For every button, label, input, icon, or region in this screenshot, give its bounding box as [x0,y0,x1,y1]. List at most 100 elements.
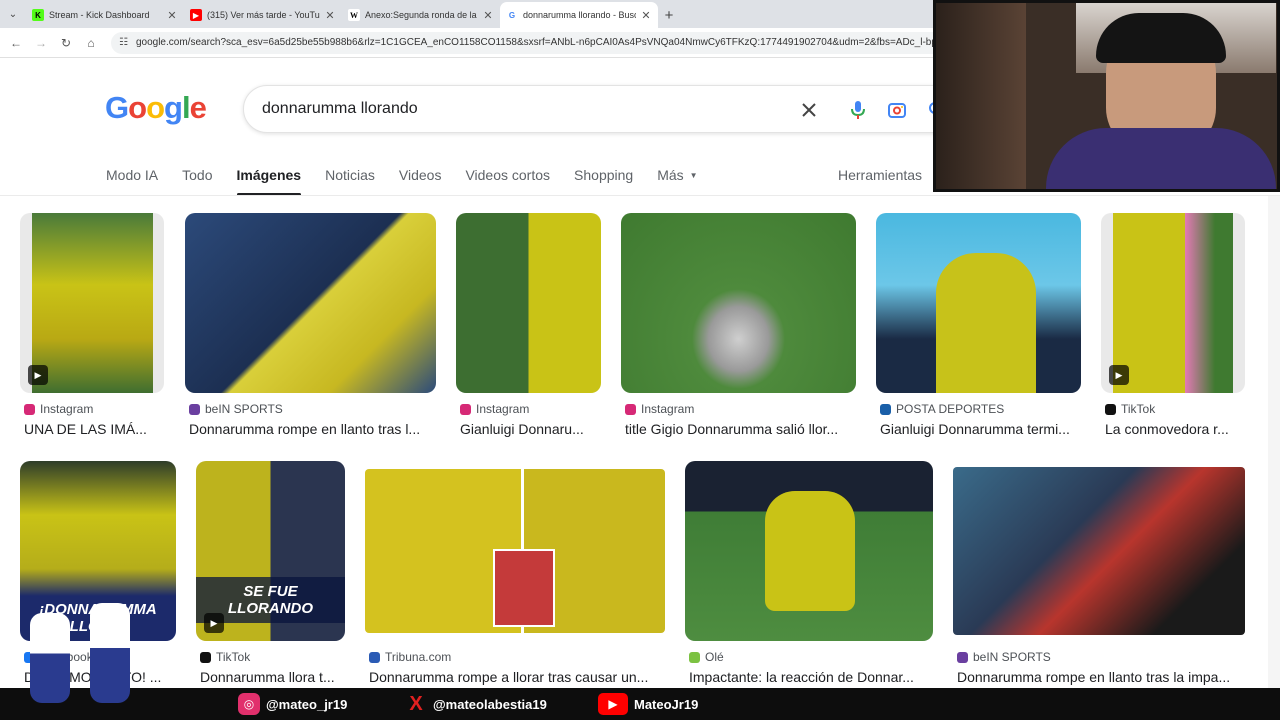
new-tab-icon[interactable]: + [658,2,680,28]
social-x: X @mateolabestia19 [405,693,547,715]
result-source[interactable]: TikTok [1105,402,1155,416]
tab-noticias[interactable]: Noticias [325,160,375,190]
result-caption[interactable]: Gianluigi Donnarumma termi... [880,421,1085,437]
tab-title: donnarumma llorando - Buscar [523,10,636,20]
forward-icon[interactable]: → [29,31,53,55]
image-result-thumb[interactable] [365,469,665,633]
result-caption[interactable]: title Gigio Donnarumma salió llor... [625,421,855,437]
result-caption[interactable]: Impactante: la reacción de Donnar... [689,669,933,685]
tab-search-dropdown-icon[interactable]: ⌄ [0,0,26,28]
home-icon[interactable]: ⌂ [79,31,103,55]
youtube-favicon-icon: ▶ [190,9,202,21]
tab-mas-label: Más [657,167,684,183]
source-name: Instagram [40,402,94,416]
tab-close-icon[interactable]: ✕ [482,9,494,22]
instagram-icon [460,403,471,415]
image-result-thumb[interactable]: SE FUE LLORANDO ▶ [196,461,345,641]
tab-videos-cortos[interactable]: Videos cortos [465,160,550,190]
social-youtube: ▶ MateoJr19 [598,693,698,715]
tab-mas[interactable]: Más ▼ [657,160,697,190]
browser-tab[interactable]: K Stream - Kick Dashboard ✕ [26,2,184,28]
image-result-thumb[interactable] [953,467,1245,635]
result-source[interactable]: TikTok [200,650,250,664]
tab-todo[interactable]: Todo [182,160,212,190]
clear-search-icon[interactable] [797,98,821,122]
source-name: TikTok [1121,402,1156,416]
tab-modo-ia[interactable]: Modo IA [106,160,158,190]
lens-search-icon[interactable] [885,98,909,122]
streamer-webcam [933,0,1280,192]
google-favicon-icon: G [506,9,518,21]
instagram-icon [625,403,636,415]
result-source[interactable]: beIN SPORTS [189,402,283,416]
result-source[interactable]: beIN SPORTS [957,650,1051,664]
tab-close-icon[interactable]: ✕ [324,9,336,22]
image-result-thumb[interactable]: ▶ [20,213,164,393]
search-box[interactable] [243,85,963,133]
result-source[interactable]: Instagram [24,402,93,416]
tiktok-icon [200,651,211,663]
result-source[interactable]: Olé [689,650,724,664]
tools-button[interactable]: Herramientas [838,160,922,190]
header-divider [0,195,1280,196]
bein-sports-icon [189,403,200,415]
result-caption[interactable]: La conmovedora r... [1105,421,1245,437]
browser-tab[interactable]: ▶ (315) Ver más tarde - YouTube ✕ [184,2,342,28]
tribuna-icon [369,651,380,663]
tab-title: Anexo:Segunda ronda de la cla [365,10,478,20]
tab-shopping[interactable]: Shopping [574,160,633,190]
browser-tab-active[interactable]: G donnarumma llorando - Buscar ✕ [500,2,658,28]
social-instagram: ◎ @mateo_jr19 [238,693,347,715]
result-caption[interactable]: Donnarumma rompe a llorar tras causar un… [369,669,665,685]
source-name: Olé [705,650,724,664]
result-caption[interactable]: Donnarumma llora t... [200,669,345,685]
instagram-icon: ◎ [238,693,260,715]
image-result-thumb[interactable] [685,461,933,641]
source-name: TikTok [216,650,251,664]
stream-social-bar: ◎ @mateo_jr19 X @mateolabestia19 ▶ Mateo… [0,603,1280,720]
posta-deportes-icon [880,403,891,415]
result-caption[interactable]: Gianluigi Donnaru... [460,421,600,437]
page-scrollbar[interactable] [1268,196,1280,688]
source-name: POSTA DEPORTES [896,402,1005,416]
voice-search-icon[interactable] [846,98,870,122]
kick-favicon-icon: K [32,9,44,21]
result-caption[interactable]: UNA DE LAS IMÁ... [24,421,164,437]
image-result-thumb[interactable] [185,213,436,393]
source-name: beIN SPORTS [973,650,1051,664]
result-source[interactable]: POSTA DEPORTES [880,402,1004,416]
result-caption[interactable]: Donnarumma rompe en llanto tras la impa.… [957,669,1245,685]
google-logo[interactable]: Google [105,90,207,126]
tab-close-icon[interactable]: ✕ [166,9,178,22]
browser-tab[interactable]: W Anexo:Segunda ronda de la cla ✕ [342,2,500,28]
result-source[interactable]: Tribuna.com [369,650,451,664]
source-name: Instagram [476,402,530,416]
tab-title: (315) Ver más tarde - YouTube [207,10,320,20]
tab-videos[interactable]: Videos [399,160,442,190]
image-result-thumb[interactable] [456,213,601,393]
reload-icon[interactable]: ↻ [54,31,78,55]
tab-close-icon[interactable]: ✕ [640,9,652,22]
tab-imagenes[interactable]: Imágenes [236,160,301,196]
url-text: google.com/search?sca_esv=6a5d25be55b988… [135,37,1024,48]
instagram-icon [24,403,35,415]
video-play-icon: ▶ [28,365,48,385]
bein-sports-icon [957,651,968,663]
social-handle: @mateolabestia19 [433,696,547,712]
image-result-thumb[interactable]: ▶ [1101,213,1245,393]
image-result-thumb[interactable] [876,213,1081,393]
result-source[interactable]: Instagram [625,402,694,416]
source-name: Tribuna.com [385,650,452,664]
social-handle: @mateo_jr19 [266,696,348,712]
x-icon: X [409,692,423,715]
video-play-icon: ▶ [204,613,224,633]
stream-mascot-graphic [20,603,140,713]
result-source[interactable]: Instagram [460,402,529,416]
image-result-thumb[interactable] [621,213,856,393]
back-icon[interactable]: ← [4,31,28,55]
wikipedia-favicon-icon: W [348,9,360,21]
search-nav-tabs: Modo IA Todo Imágenes Noticias Videos Vi… [106,160,722,196]
site-info-icon[interactable]: ☷ [119,37,128,48]
result-caption[interactable]: Donnarumma rompe en llanto tras l... [189,421,434,437]
search-input[interactable] [262,100,782,118]
